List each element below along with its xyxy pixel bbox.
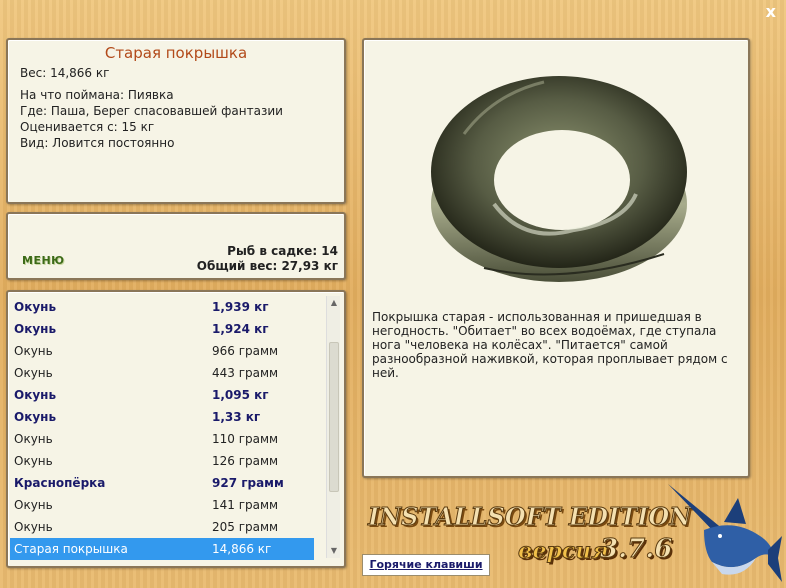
catch-weight: 126 грамм [212, 454, 279, 468]
catch-name: Окунь [14, 322, 57, 336]
catch-list[interactable]: Окунь 1,939 кг Окунь 1,924 кг Окунь 966 грамм… [10, 296, 314, 560]
catch-name: Окунь [14, 410, 57, 424]
catch-row[interactable]: Краснопёрка 927 грамм [10, 472, 314, 494]
catch-name: Окунь [14, 344, 53, 358]
item-location: Где: Паша, Берег спасовавшей фантазии [20, 104, 283, 118]
scroll-up-icon[interactable]: ▲ [327, 296, 341, 310]
menu-button[interactable]: МЕНЮ [22, 254, 65, 267]
catch-weight: 205 грамм [212, 520, 279, 534]
scroll-down-icon[interactable]: ▼ [327, 544, 341, 558]
catch-weight: 1,939 кг [212, 300, 269, 314]
version-label: версия [518, 538, 610, 565]
catch-name: Окунь [14, 454, 53, 468]
catch-weight: 927 грамм [212, 476, 284, 490]
catch-row[interactable]: Окунь 443 грамм [10, 362, 314, 384]
item-kind: Вид: Ловится постоянно [20, 136, 175, 150]
catch-row[interactable]: Окунь 966 грамм [10, 340, 314, 362]
catch-weight: 1,924 кг [212, 322, 269, 336]
catch-weight: 443 грамм [212, 366, 279, 380]
catch-row[interactable]: Окунь 1,095 кг [10, 384, 314, 406]
total-weight: Общий вес: 27,93 кг [196, 259, 338, 273]
item-value: Оценивается с: 15 кг [20, 120, 155, 134]
catch-row[interactable]: Окунь 110 грамм [10, 428, 314, 450]
catch-row[interactable]: Окунь 1,924 кг [10, 318, 314, 340]
marlin-fish-icon [668, 484, 782, 582]
item-info-panel: Старая покрышка Вес: 14,866 кг На что по… [6, 38, 346, 204]
catch-name: Краснопёрка [14, 476, 106, 490]
item-bait: На что поймана: Пиявка [20, 88, 174, 102]
catch-row[interactable]: Окунь 1,33 кг [10, 406, 314, 428]
item-weight: Вес: 14,866 кг [20, 66, 110, 80]
catch-row[interactable]: Окунь 141 грамм [10, 494, 314, 516]
catch-weight: 110 грамм [212, 432, 279, 446]
version-number: 3.7.6 [599, 534, 673, 565]
catch-weight: 14,866 кг [212, 542, 272, 556]
edition-logo: INSTALLSOFT EDITION [367, 502, 692, 532]
catch-name: Окунь [14, 432, 53, 446]
item-image-panel: Покрышка старая - использованная и прише… [362, 38, 750, 478]
catch-row[interactable]: Старая покрышка 14,866 кг [10, 538, 314, 560]
catch-name: Окунь [14, 366, 53, 380]
keepnet-stats: Рыб в садке: 14 Общий вес: 27,93 кг [197, 244, 338, 274]
hotkeys-button[interactable]: Горячие клавиши [362, 554, 490, 576]
catch-name: Окунь [14, 388, 57, 402]
catch-name: Окунь [14, 520, 53, 534]
tire-image [431, 76, 687, 282]
scroll-thumb[interactable] [329, 342, 339, 492]
item-description: Покрышка старая - использованная и прише… [372, 310, 728, 380]
catch-weight: 966 грамм [212, 344, 279, 358]
catch-row[interactable]: Окунь 1,939 кг [10, 296, 314, 318]
fish-count: Рыб в садке: 14 [227, 244, 338, 258]
catch-name: Окунь [14, 498, 53, 512]
catch-row[interactable]: Окунь 126 грамм [10, 450, 314, 472]
catch-name: Окунь [14, 300, 57, 314]
catch-row[interactable]: Окунь 205 грамм [10, 516, 314, 538]
catch-list-panel: Окунь 1,939 кг Окунь 1,924 кг Окунь 966 грамм… [6, 290, 346, 568]
catch-name: Старая покрышка [14, 542, 128, 556]
menu-panel: МЕНЮ Рыб в садке: 14 Общий вес: 27,93 кг [6, 212, 346, 280]
list-scrollbar[interactable]: ▲ ▼ [326, 296, 340, 558]
catch-weight: 1,095 кг [212, 388, 269, 402]
close-icon[interactable]: x [766, 2, 776, 21]
item-title: Старая покрышка [104, 44, 248, 62]
catch-weight: 1,33 кг [212, 410, 261, 424]
catch-weight: 141 грамм [212, 498, 279, 512]
